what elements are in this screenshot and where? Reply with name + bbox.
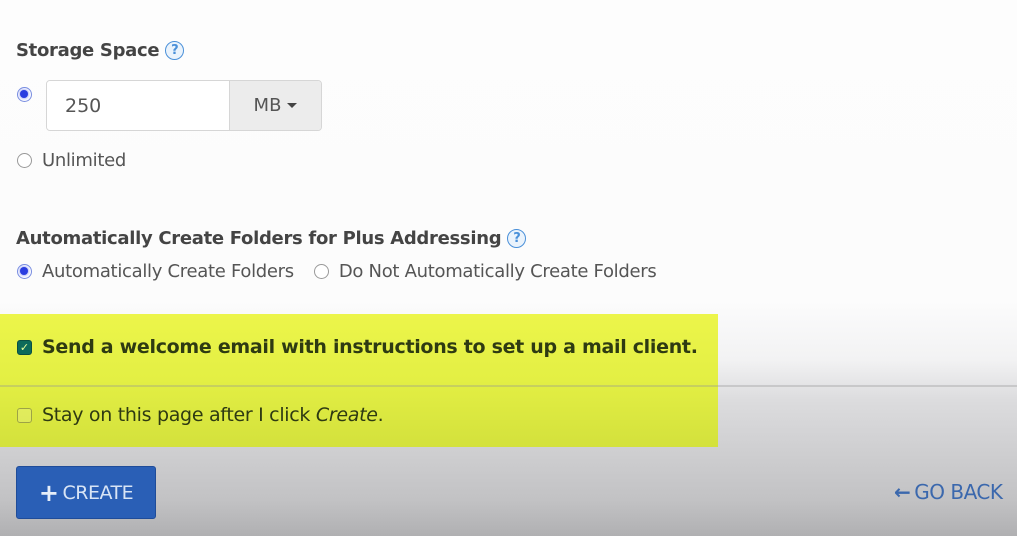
storage-limit-option: MB	[17, 80, 322, 131]
welcome-email-label: Send a welcome email with instructions t…	[42, 336, 698, 358]
plus-addressing-heading: Automatically Create Folders for Plus Ad…	[16, 228, 527, 249]
no-auto-create-folders-radio[interactable]	[313, 264, 329, 279]
stay-on-page-option[interactable]: Stay on this page after I click Create.	[17, 404, 384, 426]
no-auto-create-folders-option[interactable]: Do Not Automatically Create Folders	[313, 261, 657, 282]
storage-amount-input[interactable]	[47, 81, 229, 130]
stay-on-page-label-emphasis: Create	[315, 404, 378, 426]
auto-create-folders-radio[interactable]	[17, 264, 32, 279]
storage-space-heading: Storage Space ?	[16, 40, 185, 61]
storage-unlimited-radio[interactable]	[17, 153, 32, 168]
highlight-annotation	[0, 314, 718, 447]
stay-on-page-label-suffix: .	[377, 404, 384, 426]
storage-input-group: MB	[46, 80, 322, 131]
welcome-email-option[interactable]: ✓ Send a welcome email with instructions…	[17, 336, 698, 358]
create-button[interactable]: + CREATE	[16, 466, 156, 519]
no-auto-create-folders-label: Do Not Automatically Create Folders	[338, 261, 657, 282]
plus-addressing-title: Automatically Create Folders for Plus Ad…	[16, 228, 502, 249]
create-button-label: CREATE	[62, 481, 134, 504]
plus-icon: +	[38, 478, 59, 507]
stay-on-page-label: Stay on this page after I click Create.	[42, 404, 384, 426]
arrow-left-icon: ←	[894, 480, 911, 504]
question-circle-icon[interactable]: ?	[507, 229, 527, 248]
storage-unlimited-label: Unlimited	[42, 150, 126, 171]
go-back-link[interactable]: ← GO BACK	[894, 480, 1003, 504]
storage-space-title: Storage Space	[16, 40, 160, 61]
storage-unit-dropdown[interactable]: MB	[229, 81, 321, 130]
stay-on-page-checkbox[interactable]	[17, 407, 32, 423]
divider	[0, 385, 1017, 387]
welcome-email-checkbox[interactable]: ✓	[17, 339, 32, 355]
storage-unit-label: MB	[253, 95, 282, 116]
caret-down-icon	[287, 103, 298, 108]
storage-limit-radio[interactable]	[17, 87, 32, 102]
plus-addressing-options: Automatically Create Folders Do Not Auto…	[17, 261, 657, 282]
go-back-label: GO BACK	[914, 480, 1003, 504]
auto-create-folders-label: Automatically Create Folders	[42, 261, 294, 282]
stay-on-page-label-prefix: Stay on this page after I click	[42, 404, 316, 426]
auto-create-folders-option[interactable]: Automatically Create Folders	[17, 261, 294, 282]
question-circle-icon[interactable]: ?	[165, 41, 185, 60]
storage-unlimited-option[interactable]: Unlimited	[17, 150, 126, 171]
